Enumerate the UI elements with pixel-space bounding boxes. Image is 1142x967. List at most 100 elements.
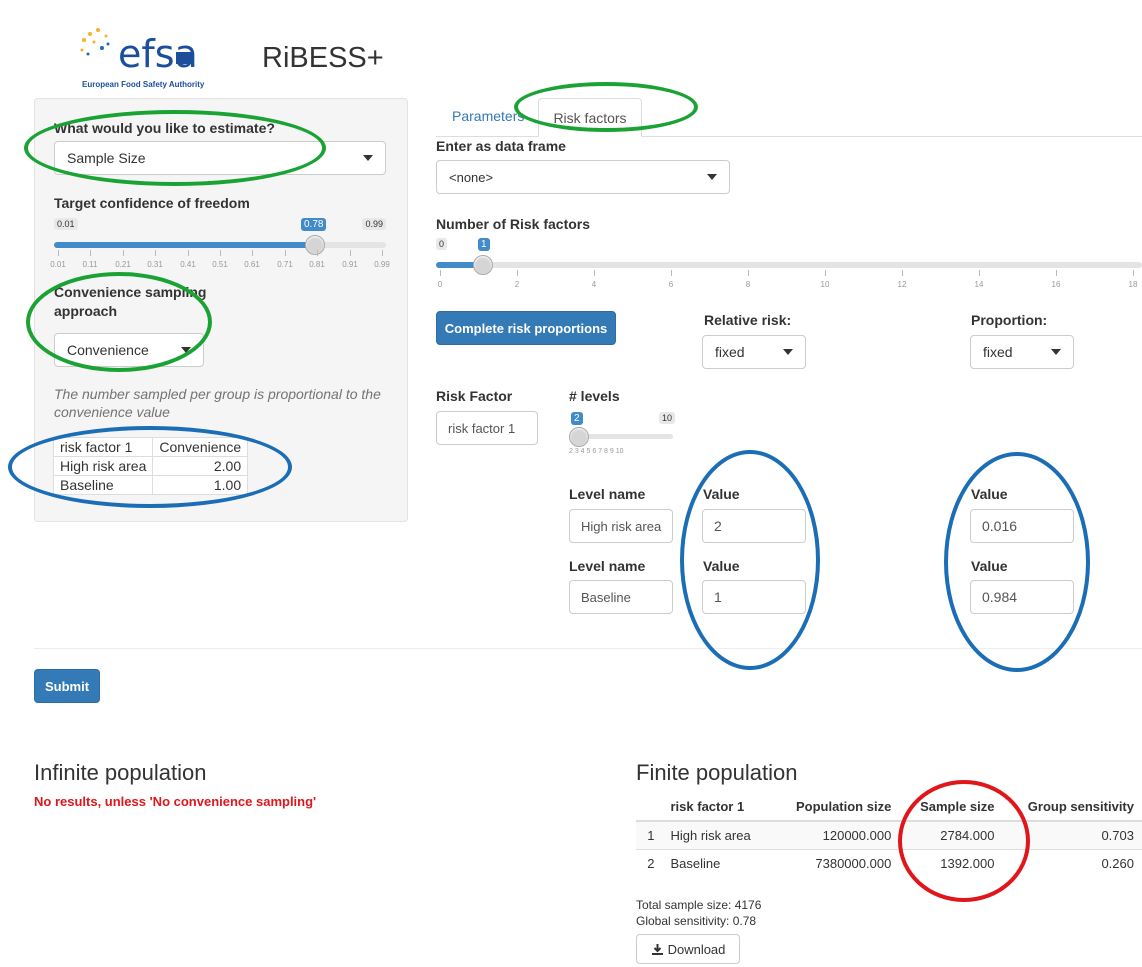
tick-label: 0.31 [147, 260, 163, 269]
num-risk-factors-slider[interactable]: 0 1 0 2 4 6 8 10 12 14 16 18 [436, 234, 1142, 290]
estimate-select-value: Sample Size [67, 150, 146, 166]
proportion-input[interactable]: 0.016 [970, 509, 1074, 543]
level-name-label: Level name [569, 486, 646, 502]
proportion-label: Proportion: [971, 312, 1048, 328]
tick-label: 0.41 [180, 260, 196, 269]
level-name-input[interactable]: High risk area [569, 509, 673, 543]
tick-mark [1133, 270, 1134, 276]
risk-factor-name-value: risk factor 1 [448, 420, 516, 436]
infinite-population-message: No results, unless 'No convenience sampl… [34, 794, 317, 809]
tick-mark [748, 270, 749, 276]
tick-mark [1056, 270, 1057, 276]
proportion-input[interactable]: 0.984 [970, 580, 1074, 614]
tick-label: 0.91 [342, 260, 358, 269]
confidence-fill [54, 242, 315, 248]
table-header: Convenience [152, 437, 249, 457]
confidence-slider[interactable]: 0.01 0.99 0.78 0.01 0.11 0.21 0.31 0.41 0.51 0… [50, 214, 390, 270]
relative-risk-input[interactable]: 1 [702, 580, 806, 614]
logo-subtitle: European Food Safety Authority [82, 80, 205, 89]
tick-label: 0.21 [115, 260, 131, 269]
tick-mark [317, 250, 318, 256]
table-header: risk factor 1 [52, 437, 154, 457]
tick-mark [979, 270, 980, 276]
table-cell: High risk area [662, 820, 773, 850]
efsa-logo: efsa European Food Safety Authority [78, 26, 218, 92]
proportion-select[interactable]: fixed [970, 335, 1074, 369]
download-button[interactable]: Download [636, 934, 740, 964]
levels-handle[interactable] [569, 427, 589, 447]
confidence-min: 0.01 [54, 218, 78, 230]
tick-label: 18 [1128, 280, 1138, 289]
tick-mark [188, 250, 189, 256]
tick-label: 0.11 [82, 260, 98, 269]
tab-risk-factors[interactable]: Risk factors [538, 98, 642, 137]
table-cell: 1.00 [152, 475, 249, 495]
submit-button[interactable]: Submit [34, 669, 100, 703]
finite-results-table: risk factor 1 Population size Sample siz… [636, 793, 1142, 877]
finite-population-title: Finite population [636, 760, 798, 785]
tick-label: 0.51 [212, 260, 228, 269]
table-cell: 2784.000 [899, 820, 1003, 850]
table-cell: 120000.000 [772, 820, 900, 850]
levels-ticks: 2 3 4 5 6 7 8 9 10 [569, 448, 624, 455]
chevron-down-icon [783, 349, 793, 355]
convenience-label: Convenience sampling approach [54, 284, 207, 319]
tick-mark [155, 250, 156, 256]
estimate-label: What would you like to estimate? [54, 120, 275, 136]
convenience-select-value: Convenience [67, 342, 149, 358]
tick-mark [382, 250, 383, 256]
tick-label: 12 [897, 280, 907, 289]
tick-mark [350, 250, 351, 256]
download-label: Download [667, 941, 726, 957]
table-cell: 7380000.000 [772, 849, 900, 877]
table-cell: 0.703 [1002, 820, 1142, 850]
relative-risk-input[interactable]: 2 [702, 509, 806, 543]
relative-risk-select[interactable]: fixed [702, 335, 806, 369]
annotation-ellipse-blue [680, 450, 820, 670]
level-name-input[interactable]: Baseline [569, 580, 673, 614]
table-header-row: risk factor 1 Convenience [52, 437, 249, 457]
chevron-down-icon [707, 174, 717, 180]
tab-parameters[interactable]: Parameters [452, 108, 524, 124]
level-name-value: High risk area [581, 518, 662, 534]
app-title: RiBESS+ [262, 42, 384, 74]
table-header: Group sensitivity [1002, 793, 1142, 822]
complete-risk-proportions-button[interactable]: Complete risk proportions [436, 311, 616, 345]
tick-label: 0.81 [309, 260, 325, 269]
convenience-table: risk factor 1 Convenience High risk area… [52, 437, 249, 495]
data-frame-select[interactable]: <none> [436, 160, 730, 194]
table-row: Baseline 1.00 [52, 475, 249, 495]
confidence-handle[interactable] [305, 235, 325, 255]
proportion-select-value: fixed [983, 344, 1013, 360]
total-sample-size: Total sample size: 4176 [636, 898, 762, 912]
num-rf-min: 0 [436, 238, 448, 250]
prop-value-label: Value [971, 558, 1008, 574]
table-row: High risk area 2.00 [52, 456, 249, 476]
num-rf-handle[interactable] [473, 255, 493, 275]
relative-risk-value: 1 [714, 589, 722, 605]
level-name-value: Baseline [581, 589, 631, 605]
risk-factor-name-input[interactable]: risk factor 1 [436, 411, 538, 445]
chevron-down-icon [181, 347, 191, 353]
annotation-ellipse-blue [944, 452, 1090, 672]
tick-mark [90, 250, 91, 256]
tick-label: 14 [974, 280, 984, 289]
tick-label: 0.61 [244, 260, 260, 269]
proportion-value: 0.016 [982, 518, 1018, 534]
rr-value-label: Value [703, 558, 740, 574]
convenience-select[interactable]: Convenience [54, 333, 204, 367]
confidence-value-badge: 0.78 [301, 218, 327, 231]
level-name-label: Level name [569, 558, 646, 574]
table-row: 2 Baseline 7380000.000 1392.000 0.260 [636, 849, 1142, 877]
estimate-select[interactable]: Sample Size [54, 141, 386, 175]
table-header: Sample size [899, 793, 1003, 822]
confidence-max: 0.99 [362, 218, 386, 230]
tick-mark [671, 270, 672, 276]
table-cell: Baseline [52, 475, 154, 495]
tick-label: 0.71 [277, 260, 293, 269]
chevron-down-icon [363, 155, 373, 161]
num-rf-value-badge: 1 [478, 238, 490, 251]
logo-text: efsa [118, 32, 198, 76]
levels-slider[interactable]: 2 10 2 3 4 5 6 7 8 9 10 [569, 408, 675, 464]
levels-max: 10 [658, 412, 675, 424]
